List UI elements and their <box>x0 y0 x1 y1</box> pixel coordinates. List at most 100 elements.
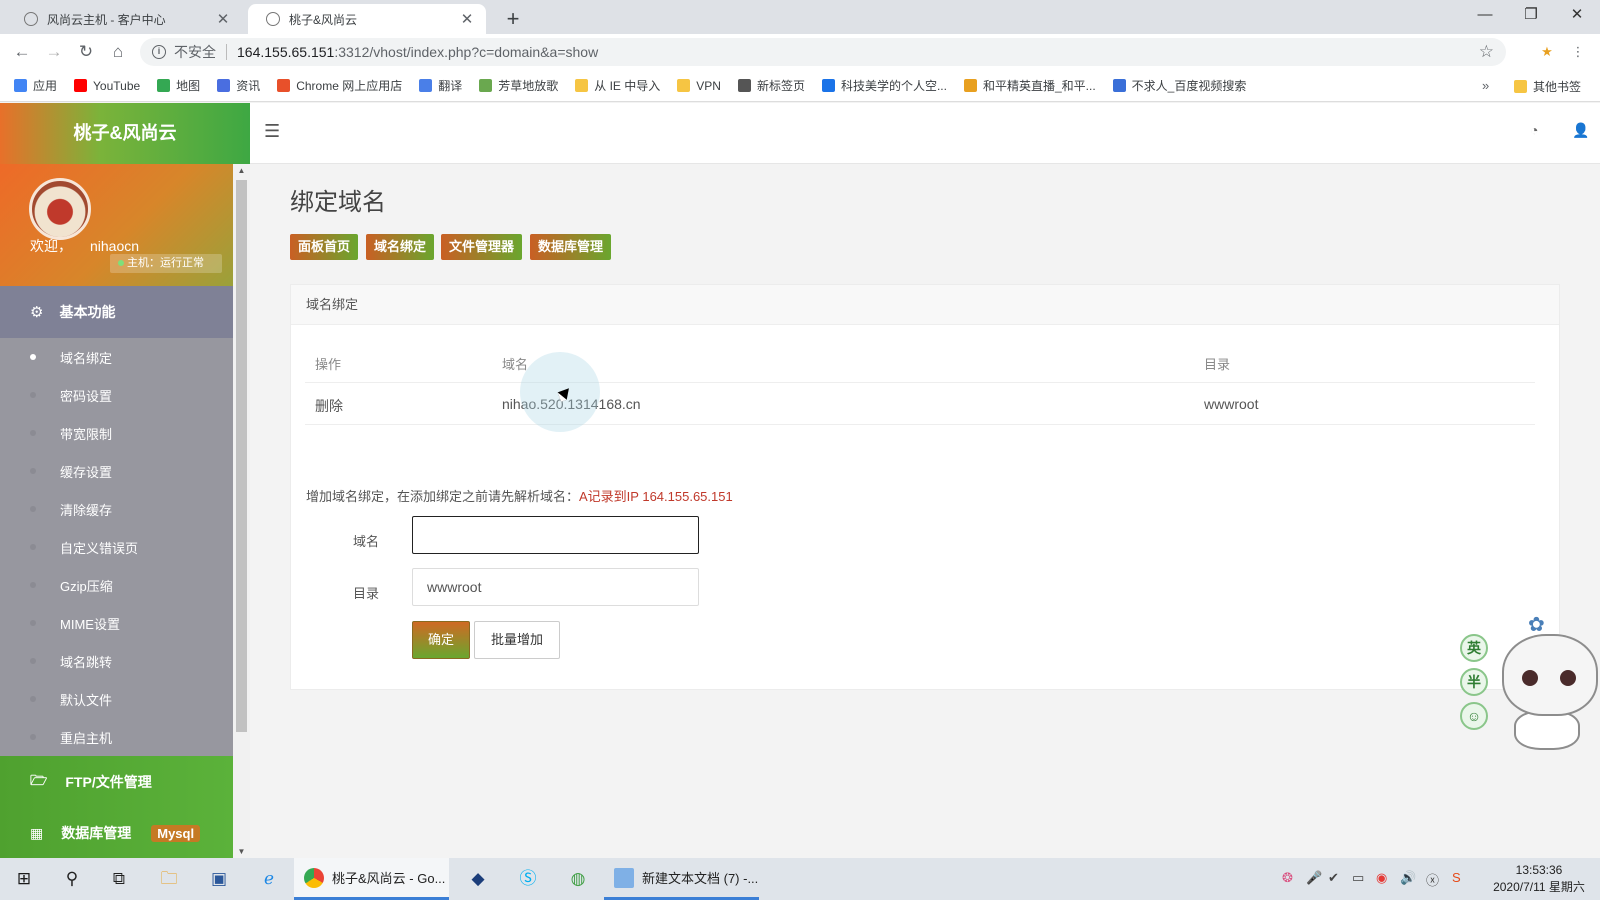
sidebar-item[interactable]: 重启主机 <box>0 718 233 756</box>
close-tab-icon[interactable]: ✕ <box>214 10 232 28</box>
tray-check-icon[interactable]: ✔ <box>1328 870 1339 886</box>
bullet-icon <box>30 354 36 360</box>
hamburger-menu-icon[interactable]: ☰ <box>264 121 280 142</box>
bookmark-item[interactable]: 翻译 <box>419 77 462 94</box>
sidebar-item[interactable]: 密码设置 <box>0 376 233 414</box>
batch-add-button[interactable]: 批量增加 <box>474 621 560 659</box>
domain-input[interactable] <box>412 516 699 554</box>
cat-mascot[interactable]: ✿ <box>1494 612 1600 752</box>
volume-icon[interactable]: 🔊 <box>1400 870 1416 886</box>
bookmark-star-icon[interactable]: ☆ <box>1479 42 1494 62</box>
bullet-icon <box>30 658 36 664</box>
new-tab-icon[interactable]: + <box>500 6 526 32</box>
scroll-down-icon[interactable]: ▼ <box>233 847 250 856</box>
bookmark-item[interactable]: 不求人_百度视频搜索 <box>1112 77 1246 94</box>
browser-tab-current[interactable]: 桃子&风尚云 ✕ <box>248 4 486 34</box>
sogou-ime-icon[interactable]: S <box>1452 870 1461 885</box>
ime-english-button[interactable]: 英 <box>1460 634 1488 662</box>
sidebar-scrollbar[interactable]: ▲ ▼ <box>233 164 250 858</box>
weibo-icon[interactable]: ◉ <box>1376 870 1387 886</box>
search-icon[interactable]: ⚲ <box>58 865 86 893</box>
sidebar-item[interactable]: 缓存设置 <box>0 452 233 490</box>
quick-file-manager-button[interactable]: 文件管理器 <box>441 234 523 260</box>
user-icon[interactable]: 👤 <box>1572 122 1589 139</box>
avatar[interactable] <box>29 178 91 240</box>
network-icon[interactable]: ▭ <box>1352 870 1364 886</box>
close-tab-icon[interactable]: ✕ <box>458 10 476 28</box>
home-icon[interactable]: ⌂ <box>106 40 130 64</box>
column-header-directory: 目录 <box>1204 357 1231 372</box>
ime-halfwidth-button[interactable]: 半 <box>1460 668 1488 696</box>
bookmark-item[interactable]: 芳草地放歌 <box>479 77 558 94</box>
minimize-icon[interactable]: — <box>1462 0 1508 30</box>
sidebar-item[interactable]: 域名跳转 <box>0 642 233 680</box>
ime-emoji-button[interactable]: ☺ <box>1460 702 1488 730</box>
app-logo[interactable]: 桃子&风尚云 <box>0 103 250 164</box>
quick-domain-binding-button[interactable]: 域名绑定 <box>366 234 435 260</box>
back-icon[interactable]: ← <box>10 40 34 64</box>
task-view-icon[interactable]: ⧉ <box>105 865 133 893</box>
store-icon[interactable]: ▣ <box>205 865 233 893</box>
directory-input[interactable] <box>412 568 699 606</box>
bookmark-item[interactable]: YouTube <box>74 79 140 93</box>
sidebar-item[interactable]: Gzip压缩 <box>0 566 233 604</box>
bookmark-item[interactable]: 应用 <box>14 77 57 94</box>
bookmark-item[interactable]: 从 IE 中导入 <box>575 77 660 94</box>
sidebar-item[interactable]: 清除缓存 <box>0 490 233 528</box>
browser-tab-customer-center[interactable]: 风尚云主机 - 客户中心 ✕ <box>6 4 242 34</box>
bookmark-item[interactable]: 资讯 <box>217 77 260 94</box>
restore-icon[interactable]: ❐ <box>1508 0 1554 30</box>
delete-link[interactable]: 删除 <box>315 396 343 416</box>
bookmark-item[interactable]: Chrome 网上应用店 <box>277 77 402 94</box>
other-bookmarks[interactable]: 其他书签 <box>1514 70 1581 102</box>
info-icon[interactable]: i <box>152 45 166 59</box>
bookmark-label: 和平精英直播_和平... <box>982 79 1096 93</box>
chrome-icon <box>304 867 324 888</box>
status-badge: 主机：运行正常 <box>110 254 222 273</box>
tray-app-icon[interactable]: ❂ <box>1282 870 1293 886</box>
sidebar-item[interactable]: 自定义错误页 <box>0 528 233 566</box>
scrollbar-thumb[interactable] <box>236 180 247 732</box>
sidebar-item[interactable]: MIME设置 <box>0 604 233 642</box>
green-app-icon[interactable]: ◍ <box>564 865 592 893</box>
bookmark-item[interactable]: 新标签页 <box>737 77 805 94</box>
bookmark-label: 从 IE 中导入 <box>594 79 661 93</box>
bookmarks-bar: 应用 YouTube 地图 资讯 Chrome 网上应用店 翻译 芳草地放歌 从 IE 中导入… <box>0 70 1600 102</box>
sidebar-item[interactable]: 默认文件 <box>0 680 233 718</box>
bullet-icon <box>30 468 36 474</box>
quick-panel-home-button[interactable]: 面板首页 <box>290 234 359 260</box>
sidebar-item[interactable]: 域名绑定 <box>0 338 233 376</box>
extension-icon[interactable]: ★ <box>1535 40 1559 64</box>
windows-start-icon[interactable]: ⊞ <box>10 865 38 893</box>
support-icon[interactable]: ◔ <box>1530 122 1538 138</box>
skype-icon[interactable]: Ⓢ <box>514 865 542 893</box>
clock[interactable]: 13:53:36 2020/7/11 星期六 <box>1484 862 1594 896</box>
bookmark-item[interactable]: 地图 <box>157 77 200 94</box>
bookmark-item[interactable]: 科技美学的个人空... <box>821 77 947 94</box>
sidebar-section-database[interactable]: ▦ 数据库管理 Mysql <box>0 808 233 858</box>
bookmark-favicon-icon <box>74 79 88 92</box>
menu-dots-icon[interactable]: ⋮ <box>1566 40 1590 64</box>
quick-database-button[interactable]: 数据库管理 <box>530 234 612 260</box>
bookmark-item[interactable]: VPN <box>677 79 721 93</box>
sidebar-item[interactable]: 带宽限制 <box>0 414 233 452</box>
address-bar[interactable]: i 不安全 164.155.65.151 :3312/vhost/index.p… <box>140 38 1506 66</box>
taskbar-chrome-window[interactable]: 桃子&风尚云 - Go... <box>294 858 449 900</box>
microphone-icon[interactable]: 🎤 <box>1306 870 1322 886</box>
scroll-up-icon[interactable]: ▲ <box>233 166 250 175</box>
sidebar-section-basic[interactable]: ⚙ 基本功能 <box>0 286 233 338</box>
more-bookmarks-icon[interactable]: » <box>1482 78 1489 93</box>
table-row: 删除 nihao.520.1314168.cn wwwroot <box>305 383 1535 425</box>
sidebar-section-ftp[interactable]: 🗁 FTP/文件管理 <box>0 756 233 808</box>
forward-icon[interactable]: → <box>42 40 66 64</box>
bookmark-item[interactable]: 和平精英直播_和平... <box>963 77 1096 94</box>
file-explorer-icon[interactable]: 🗀 <box>155 865 183 893</box>
virtualbox-icon[interactable]: ◆ <box>464 865 492 893</box>
confirm-button[interactable]: 确定 <box>412 621 470 659</box>
taskbar-notepad-window[interactable]: 新建文本文档 (7) -... <box>604 858 759 900</box>
close-window-icon[interactable]: ✕ <box>1554 0 1600 30</box>
ie-browser-icon[interactable]: ℯ <box>255 865 283 893</box>
directory-field-label: 目录 <box>353 586 380 601</box>
reload-icon[interactable]: ↻ <box>74 40 98 64</box>
tray-close-icon[interactable]: ⓧ <box>1426 870 1439 889</box>
